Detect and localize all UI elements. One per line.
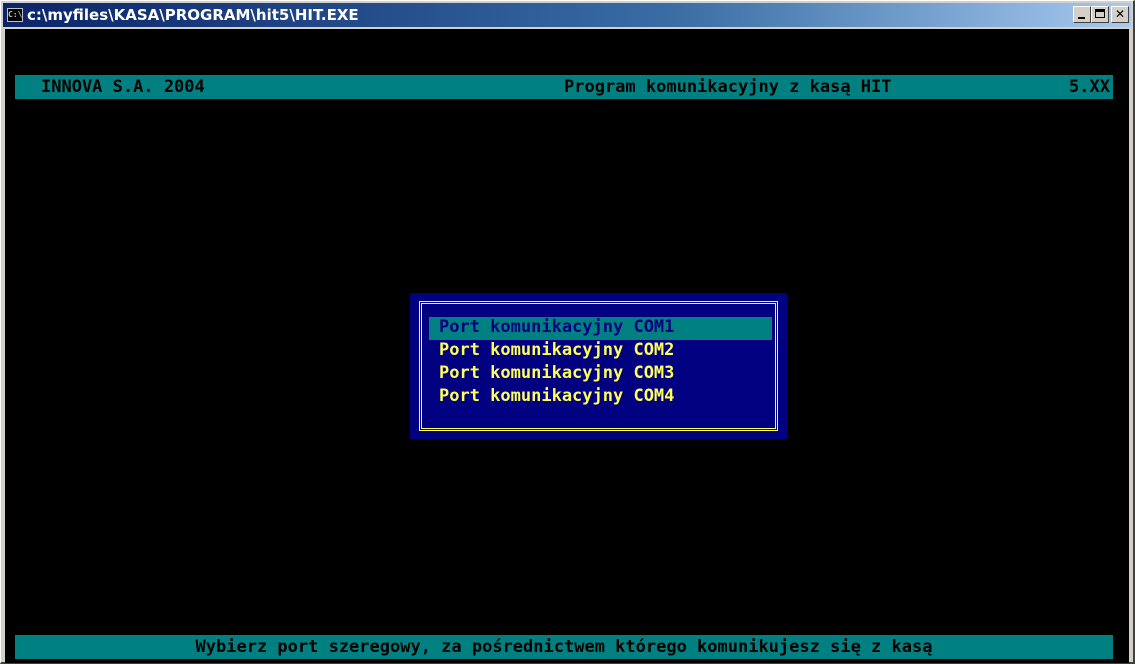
header-bar: INNOVA S.A. 2004 Program komunikacyjny z… xyxy=(15,75,1113,99)
title-bar[interactable]: C:\ c:\myfiles\KASA\PROGRAM\hit5\HIT.EXE… xyxy=(3,3,1131,27)
window-controls: ✕ xyxy=(1073,6,1129,23)
minimize-icon xyxy=(1078,17,1085,19)
menu-item-com4[interactable]: Port komunikacyjny COM4 xyxy=(429,386,772,409)
close-button[interactable]: ✕ xyxy=(1111,6,1129,23)
status-bar: Wybierz port szeregowy, za pośrednictwem… xyxy=(15,635,1113,659)
menu-item-com3[interactable]: Port komunikacyjny COM3 xyxy=(429,363,772,386)
console-window: C:\ c:\myfiles\KASA\PROGRAM\hit5\HIT.EXE… xyxy=(0,0,1135,664)
minimize-button[interactable] xyxy=(1073,6,1091,23)
maximize-icon xyxy=(1095,9,1105,18)
version-label: 5.XX xyxy=(1069,77,1110,97)
menu-item-com1[interactable]: Port komunikacyjny COM1 xyxy=(429,317,772,340)
console-icon[interactable]: C:\ xyxy=(7,8,23,22)
company-label: INNOVA S.A. 2004 xyxy=(41,77,205,97)
port-selection-dialog: Port komunikacyjny COM1 Port komunikacyj… xyxy=(410,293,787,439)
window-title: c:\myfiles\KASA\PROGRAM\hit5\HIT.EXE xyxy=(27,6,359,24)
close-icon: ✕ xyxy=(1114,7,1126,21)
console-area: INNOVA S.A. 2004 Program komunikacyjny z… xyxy=(5,29,1129,663)
maximize-button[interactable] xyxy=(1091,6,1109,23)
program-title: Program komunikacyjny z kasą HIT xyxy=(564,77,892,97)
port-menu: Port komunikacyjny COM1 Port komunikacyj… xyxy=(429,317,772,409)
menu-item-com2[interactable]: Port komunikacyjny COM2 xyxy=(429,340,772,363)
